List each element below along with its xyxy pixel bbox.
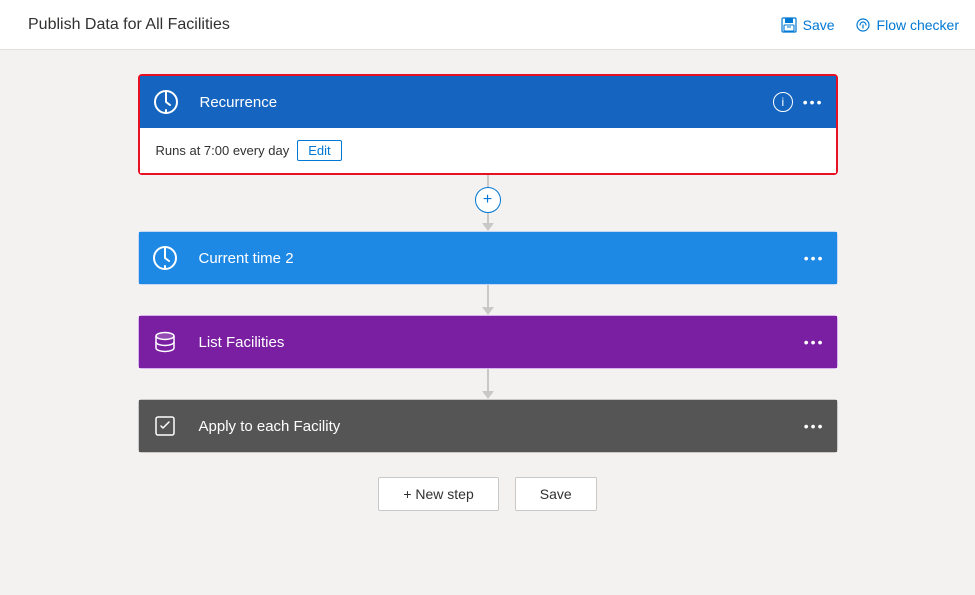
arrow-head-3 — [482, 391, 494, 399]
arrow-head-2 — [482, 307, 494, 315]
new-step-button[interactable]: + New step — [378, 477, 498, 511]
list-facilities-card[interactable]: List Facilities ••• — [138, 315, 838, 369]
recurrence-edit-button[interactable]: Edit — [297, 140, 341, 161]
recurrence-title: Recurrence — [192, 94, 773, 111]
flow-canvas: Recurrence i ••• Runs at 7:00 every day … — [0, 50, 975, 595]
arrow-line-3 — [487, 369, 489, 391]
bottom-save-button[interactable]: Save — [515, 477, 597, 511]
page-title: Publish Data for All Facilities — [28, 16, 769, 34]
flow-checker-button[interactable]: Flow checker — [855, 17, 959, 33]
recurrence-more-icon[interactable]: ••• — [803, 94, 824, 110]
current-time-header: Current time 2 ••• — [139, 232, 837, 284]
add-step-button-1[interactable]: + — [475, 187, 501, 213]
current-time-actions: ••• — [804, 250, 825, 266]
topbar: Publish Data for All Facilities Save Flo… — [0, 0, 975, 50]
connector-1: + — [138, 175, 838, 231]
apply-each-header: Apply to each Facility ••• — [139, 400, 837, 452]
recurrence-card[interactable]: Recurrence i ••• Runs at 7:00 every day … — [138, 74, 838, 175]
current-time-title: Current time 2 — [191, 250, 804, 267]
list-facilities-title: List Facilities — [191, 334, 804, 351]
connector-arrow-2 — [482, 285, 494, 315]
save-button[interactable]: Save — [781, 17, 835, 33]
connector-line-bottom — [487, 213, 489, 223]
recurrence-header: Recurrence i ••• — [140, 76, 836, 128]
list-facilities-more-icon[interactable]: ••• — [804, 334, 825, 350]
connector-arrow-3 — [482, 369, 494, 399]
apply-each-icon — [139, 400, 191, 452]
apply-each-card[interactable]: Apply to each Facility ••• — [138, 399, 838, 453]
list-facilities-actions: ••• — [804, 334, 825, 350]
current-time-card[interactable]: Current time 2 ••• — [138, 231, 838, 285]
current-time-icon — [139, 232, 191, 284]
apply-each-more-icon[interactable]: ••• — [804, 418, 825, 434]
list-facilities-header: List Facilities ••• — [139, 316, 837, 368]
recurrence-icon — [140, 76, 192, 128]
flow-checker-label: Flow checker — [877, 17, 959, 33]
list-facilities-icon — [139, 316, 191, 368]
recurrence-info-icon[interactable]: i — [773, 92, 793, 112]
recurrence-actions: i ••• — [773, 92, 824, 112]
recurrence-body: Runs at 7:00 every day Edit — [140, 128, 836, 173]
topbar-actions: Save Flow checker — [781, 17, 959, 33]
bottom-actions: + New step Save — [378, 477, 596, 511]
recurrence-body-text: Runs at 7:00 every day — [156, 143, 290, 158]
connector-line-top — [487, 175, 489, 187]
apply-each-actions: ••• — [804, 418, 825, 434]
current-time-more-icon[interactable]: ••• — [804, 250, 825, 266]
apply-each-title: Apply to each Facility — [191, 418, 804, 435]
arrow-line-2 — [487, 285, 489, 307]
arrow-head-1 — [482, 223, 494, 231]
save-label: Save — [803, 17, 835, 33]
